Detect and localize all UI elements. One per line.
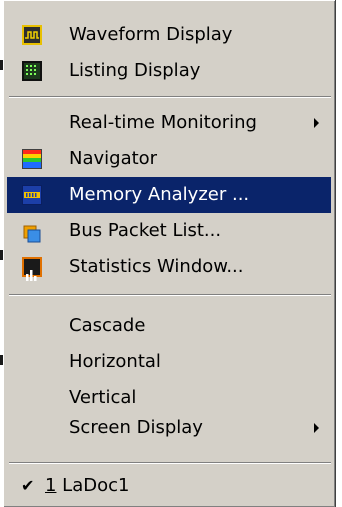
menu-item-label: Waveform Display	[69, 24, 233, 45]
submenu-arrow-icon	[314, 118, 319, 128]
menu-separator	[9, 294, 331, 296]
waveform-icon	[22, 25, 42, 45]
menu-item-label: Navigator	[69, 148, 158, 169]
submenu-arrow-icon	[314, 423, 319, 433]
menu-item-label: Real-time Monitoring	[69, 112, 257, 133]
menu-item-label: Listing Display	[69, 60, 201, 81]
menu-separator	[9, 96, 331, 98]
menu-item-document-ladoc1[interactable]: ✔ 1 LaDoc1	[7, 468, 331, 504]
accelerator-key: 1	[45, 475, 57, 496]
menu-item-real-time-monitoring[interactable]: Real-time Monitoring	[7, 105, 331, 141]
menu-item-label: Horizontal	[69, 351, 161, 372]
menu-item-memory-analyzer[interactable]: Memory Analyzer ...	[7, 177, 331, 213]
menu-item-listing-display[interactable]: Listing Display	[7, 53, 331, 89]
checkmark-icon: ✔	[21, 476, 35, 495]
menu-item-label: Screen Display	[69, 417, 203, 438]
menu-item-bus-packet-list[interactable]: Bus Packet List...	[7, 213, 331, 249]
menu-item-label: Statistics Window...	[69, 256, 244, 277]
menu-item-navigator[interactable]: Navigator	[7, 141, 331, 177]
menu-item-waveform-display[interactable]: Waveform Display	[7, 17, 331, 53]
navigator-icon	[22, 149, 42, 169]
menu-item-horizontal[interactable]: Horizontal	[7, 344, 331, 380]
menu-item-screen-display[interactable]: Screen Display	[7, 410, 331, 446]
menu-item-label: 1 LaDoc1	[45, 468, 129, 504]
menu-item-label: Bus Packet List...	[69, 220, 222, 241]
listing-icon	[22, 61, 42, 81]
statistics-icon	[22, 257, 42, 281]
menu-item-cascade[interactable]: Cascade	[7, 308, 331, 344]
memory-analyzer-icon	[22, 185, 42, 205]
bus-packet-icon	[22, 221, 42, 243]
document-name: LaDoc1	[56, 475, 130, 496]
menu-item-label: Memory Analyzer ...	[69, 184, 250, 205]
menu-separator	[9, 462, 331, 464]
window-menu: Waveform Display Listing Display Real-ti…	[3, 0, 335, 507]
menu-item-label: Cascade	[69, 315, 146, 336]
menu-item-statistics-window[interactable]: Statistics Window...	[7, 249, 331, 285]
